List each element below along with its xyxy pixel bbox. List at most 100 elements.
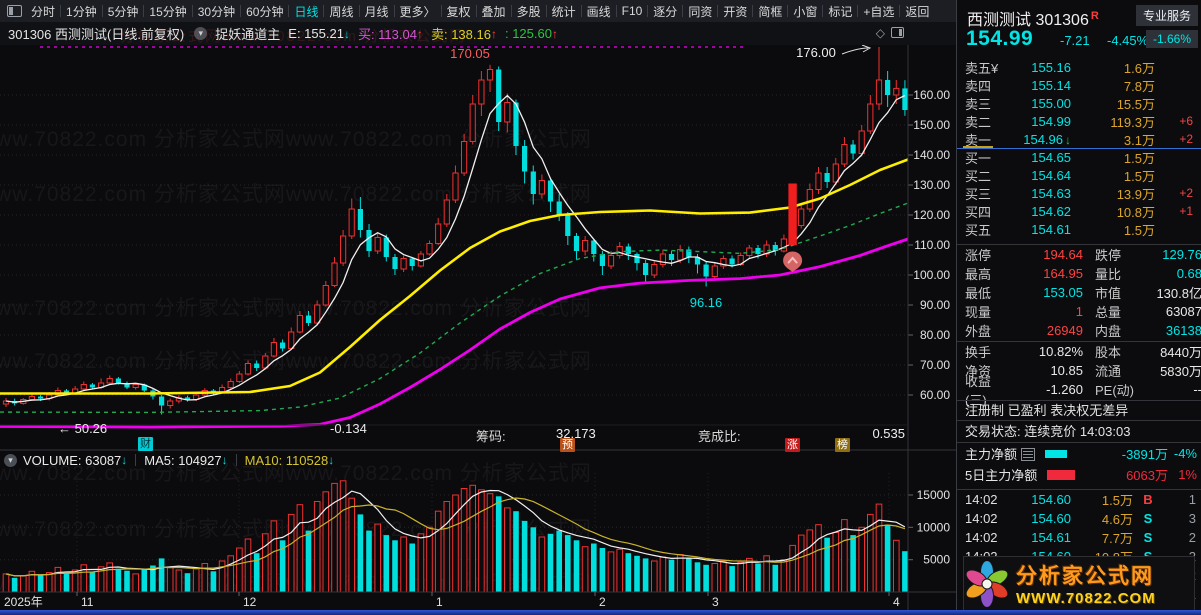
list-icon[interactable]: [1021, 448, 1036, 461]
tick-time: 14:02: [965, 511, 998, 526]
order-book-volume: 1.5万: [1123, 150, 1155, 166]
menu-item-15分钟[interactable]: 15分钟: [145, 3, 190, 20]
stat-label: 最低: [965, 286, 992, 301]
bottom-window-edge: [0, 610, 1201, 615]
svg-text:15000: 15000: [917, 488, 951, 502]
svg-text:96.16: 96.16: [690, 295, 723, 310]
up-arrow-icon: ↑: [490, 26, 497, 41]
menu-separator: [323, 5, 325, 17]
svg-text:140.00: 140.00: [913, 148, 950, 162]
tick-count: 1: [1188, 492, 1196, 507]
r-badge: R: [1090, 9, 1099, 22]
down-arrow-icon: ↓: [328, 453, 335, 467]
stat-value: 26949: [1046, 323, 1083, 338]
menu-item-同资[interactable]: 同资: [684, 3, 716, 20]
tick-time: 14:02: [965, 492, 998, 507]
menu-item-统计[interactable]: 统计: [548, 3, 580, 20]
menu-item-画线[interactable]: 画线: [583, 3, 615, 20]
order-book-row[interactable]: 卖四 155.14 7.8万: [957, 76, 1201, 94]
stat-value: 36138: [1165, 323, 1201, 338]
menu-item-更多〉[interactable]: 更多〉: [396, 3, 440, 20]
service-badge[interactable]: 专业服务: [1135, 5, 1198, 26]
stat-label: 外盘: [965, 324, 992, 339]
menu-item-逐分[interactable]: 逐分: [649, 3, 681, 20]
order-book-label: 买一: [965, 150, 992, 166]
order-book-row[interactable]: 卖二 154.99 119.3万 +6: [957, 112, 1201, 130]
order-book-delta: +2: [1179, 186, 1193, 200]
logo-text-url: WWW.70822.COM: [1016, 590, 1156, 607]
order-book-delta: +2: [1179, 132, 1193, 146]
order-book-row[interactable]: 买五 154.61 1.5万: [957, 220, 1201, 238]
svg-text:176.00: 176.00: [796, 45, 836, 60]
tick-direction: B: [1143, 492, 1153, 507]
order-book-label: 买二: [965, 168, 992, 184]
tick-direction: S: [1143, 511, 1153, 526]
menu-separator: [752, 5, 754, 17]
menu-item-F10[interactable]: F10: [618, 4, 647, 18]
order-book-row[interactable]: 买一 154.65 1.5万: [957, 148, 1201, 166]
order-book-price: 155.16: [1031, 59, 1071, 75]
menu-item-月线[interactable]: 月线: [361, 3, 393, 20]
chevron-down-circle-icon[interactable]: ▾: [194, 27, 208, 40]
order-book-price: 154.96 ↓: [1023, 131, 1071, 147]
badge-cai[interactable]: 财: [138, 437, 153, 451]
top-menu-bar: 分时 1分钟 5分钟 15分钟 30分钟 60分钟 日线 周线 月线 更多〉 复权 叠加 多股 统计 画线 F…: [0, 0, 956, 23]
order-book-volume: 1.6万: [1123, 60, 1155, 76]
stat-value: 194.64: [1043, 247, 1083, 262]
menu-item-返回[interactable]: 返回: [901, 3, 933, 20]
menu-separator: [545, 5, 547, 17]
menu-item-标记[interactable]: 标记: [824, 3, 856, 20]
flower-logo-icon: [965, 560, 1009, 607]
menu-item-小窗[interactable]: 小窗: [789, 3, 821, 20]
menu-separator: [358, 5, 360, 17]
menu-item-1分钟[interactable]: 1分钟: [62, 3, 101, 20]
menu-item-复权[interactable]: 复权: [443, 3, 475, 20]
menu-item-5分钟[interactable]: 5分钟: [104, 3, 143, 20]
stat-value: 8440万: [1160, 345, 1201, 360]
menu-separator: [510, 5, 512, 17]
stat-label: 股本: [1095, 345, 1122, 360]
stock-code-title: 301306 西测测试(日线.前复权): [8, 27, 185, 42]
menu-item-开资[interactable]: 开资: [719, 3, 751, 20]
tick-direction: S: [1143, 530, 1153, 545]
vendor-logo: 分析家公式网 WWW.70822.COM: [963, 556, 1195, 610]
stat-label: 现量: [965, 305, 992, 320]
menu-item-多股[interactable]: 多股: [513, 3, 545, 20]
chart-corner-icons[interactable]: ◇: [876, 26, 904, 40]
candlestick-chart[interactable]: 160.00150.00140.00130.00120.00110.00100.…: [0, 45, 956, 610]
order-book-row[interactable]: 买二 154.64 1.5万: [957, 166, 1201, 184]
menu-item-叠加[interactable]: 叠加: [478, 3, 510, 20]
tick-price: 154.60: [1031, 492, 1071, 507]
menu-item-30分钟[interactable]: 30分钟: [194, 3, 239, 20]
indicator-name[interactable]: 捉妖通道主: [215, 24, 280, 43]
menu-item-简框[interactable]: 简框: [754, 3, 786, 20]
order-book-row[interactable]: 卖三 155.00 15.5万: [957, 94, 1201, 112]
svg-text:60.00: 60.00: [920, 388, 950, 402]
order-book-price: 154.99: [1031, 113, 1071, 129]
window-icon[interactable]: [7, 5, 22, 17]
menu-item-分时[interactable]: 分时: [27, 3, 59, 20]
split-window-icon[interactable]: [891, 27, 904, 38]
svg-text:70.00: 70.00: [920, 358, 950, 372]
stats-row: 现量 1 总量 63087: [957, 302, 1201, 321]
order-book-row[interactable]: 卖五¥ 155.16 1.6万: [957, 58, 1201, 76]
order-book-row[interactable]: 买四 154.62 10.8万 +1: [957, 202, 1201, 220]
order-book-row[interactable]: 买三 154.63 13.9万 +2: [957, 184, 1201, 202]
diamond-icon[interactable]: ◇: [876, 26, 891, 40]
stats-row: 换手 10.82% 股本 8440万: [957, 342, 1201, 361]
chevron-down-circle-icon[interactable]: ▾: [4, 453, 17, 467]
stat-label: 跌停: [1095, 248, 1122, 263]
svg-text:2025年: 2025年: [4, 595, 43, 609]
stats-block-2: 换手 10.82% 股本 8440万 净资 10.85 流通 5830万 收益(三) -1.260…: [957, 341, 1201, 408]
tick-volume: 7.7万: [1101, 531, 1133, 546]
menu-item-周线[interactable]: 周线: [325, 3, 357, 20]
menu-separator: [475, 5, 477, 17]
order-book-label: 卖三: [965, 96, 992, 112]
stat-label: 涨停: [965, 248, 992, 263]
menu-separator: [191, 5, 193, 17]
main-net-flows: 主力净额 -3891万 -4% 5日主力净额 6063万 1%: [957, 442, 1201, 489]
order-book-row[interactable]: 卖一 154.96 ↓ 3.1万 +2: [957, 130, 1201, 148]
menu-item-+自选[interactable]: +自选: [859, 3, 898, 20]
menu-item-日线[interactable]: 日线: [290, 3, 322, 20]
menu-item-60分钟[interactable]: 60分钟: [242, 3, 287, 20]
